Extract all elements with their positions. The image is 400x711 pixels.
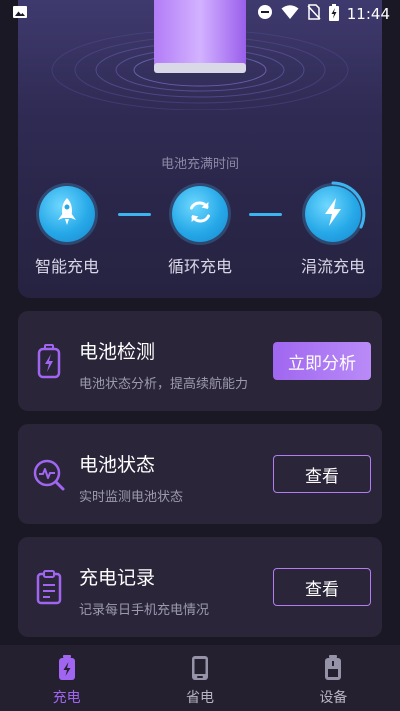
- charging-hero-card: 电池充满时间 智能充电 循环充电 涓流充电: [18, 0, 382, 298]
- rocket-icon: [56, 197, 78, 231]
- mode-circle: [172, 186, 228, 242]
- charge-icon: [57, 655, 77, 681]
- analyze-now-button[interactable]: 立即分析: [273, 342, 371, 380]
- mode-circle: [39, 186, 95, 242]
- mode-smart-charge[interactable]: 智能充电: [27, 186, 107, 277]
- mode-connector: [249, 213, 282, 216]
- battery-check-card[interactable]: 电池检测 电池状态分析，提高续航能力 立即分析: [18, 311, 382, 411]
- nav-label: 省电: [185, 690, 214, 706]
- mode-cycle-charge[interactable]: 循环充电: [160, 186, 240, 277]
- nav-label: 设备: [319, 690, 348, 706]
- mode-trickle-charge[interactable]: 涓流充电: [293, 181, 373, 277]
- nav-tab-device[interactable]: 设备: [267, 645, 400, 711]
- image-icon: [12, 4, 28, 24]
- nav-label: 充电: [52, 690, 81, 706]
- status-time: 11:44: [346, 5, 390, 23]
- card-subtitle: 实时监测电池状态: [79, 490, 184, 505]
- mode-label: 智能充电: [34, 257, 99, 276]
- dnd-icon: [257, 4, 273, 24]
- nav-tab-charge[interactable]: 充电: [0, 645, 133, 711]
- card-title: 充电记录: [79, 567, 156, 589]
- battery-check-icon: [32, 343, 66, 379]
- battery-charging-icon: [328, 3, 339, 25]
- battery-status-card[interactable]: 电池状态 实时监测电池状态 查看: [18, 424, 382, 524]
- bottom-nav: 充电 省电 设备: [0, 645, 400, 711]
- mode-label: 循环充电: [167, 257, 232, 276]
- phone-icon: [190, 655, 210, 681]
- view-status-button[interactable]: 查看: [273, 455, 371, 493]
- nav-tab-power-saving[interactable]: 省电: [133, 645, 266, 711]
- cycle-icon: [186, 198, 214, 230]
- card-title: 电池检测: [79, 341, 156, 363]
- mode-connector: [118, 213, 151, 216]
- full-charge-time-label: 电池充满时间: [160, 157, 239, 172]
- monitor-search-icon: [32, 456, 66, 492]
- card-title: 电池状态: [79, 454, 156, 476]
- wifi-icon: [281, 4, 299, 24]
- charge-mode-row: 智能充电 循环充电 涓流充电: [18, 181, 382, 286]
- charge-records-card[interactable]: 充电记录 记录每日手机充电情况 查看: [18, 537, 382, 637]
- view-records-button[interactable]: 查看: [273, 568, 371, 606]
- clipboard-icon: [32, 569, 66, 605]
- card-subtitle: 记录每日手机充电情况: [79, 603, 210, 618]
- card-subtitle: 电池状态分析，提高续航能力: [79, 377, 249, 392]
- mode-label: 涓流充电: [300, 257, 365, 276]
- active-mode-ring: [331, 181, 366, 229]
- status-bar: 11:44: [0, 0, 400, 28]
- device-battery-icon: [323, 655, 343, 681]
- no-sim-icon: [307, 4, 321, 24]
